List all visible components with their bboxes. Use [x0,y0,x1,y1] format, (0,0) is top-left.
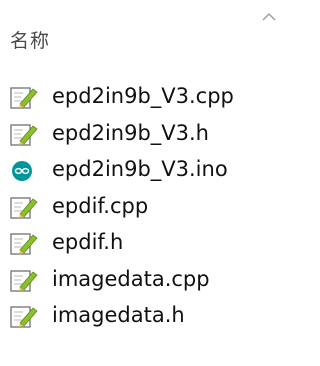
file-row[interactable]: imagedata.cpp [0,261,295,298]
file-row[interactable]: imagedata.h [0,297,295,334]
chevron-up-icon [262,13,276,21]
file-name: epd2in9b_V3.h [52,120,209,145]
file-name: epd2in9b_V3.ino [52,157,228,181]
arduino-file-icon [12,161,32,181]
file-list: epd2in9b_V3.cpp epd2in9b_V3.h epd2in9b_V… [0,78,295,334]
text-file-icon [10,123,38,146]
column-header[interactable]: 名称 [0,0,295,70]
text-file-icon [10,306,38,328]
name-column-label[interactable]: 名称 [10,26,50,53]
file-name: epdif.cpp [52,193,149,218]
text-file-icon [10,269,38,292]
file-name: epd2in9b_V3.cpp [52,84,234,108]
file-row[interactable]: epd2in9b_V3.h [0,115,295,152]
file-name: imagedata.cpp [52,266,210,291]
file-row[interactable]: epd2in9b_V3.ino [0,151,295,188]
file-row[interactable]: epdif.h [0,224,295,261]
file-row[interactable]: epdif.cpp [0,188,295,225]
text-file-icon [10,196,38,219]
file-name: imagedata.h [52,303,185,327]
file-name: epdif.h [52,230,124,254]
file-row[interactable]: epd2in9b_V3.cpp [0,78,295,115]
text-file-icon [10,233,38,255]
text-file-icon [10,87,38,109]
